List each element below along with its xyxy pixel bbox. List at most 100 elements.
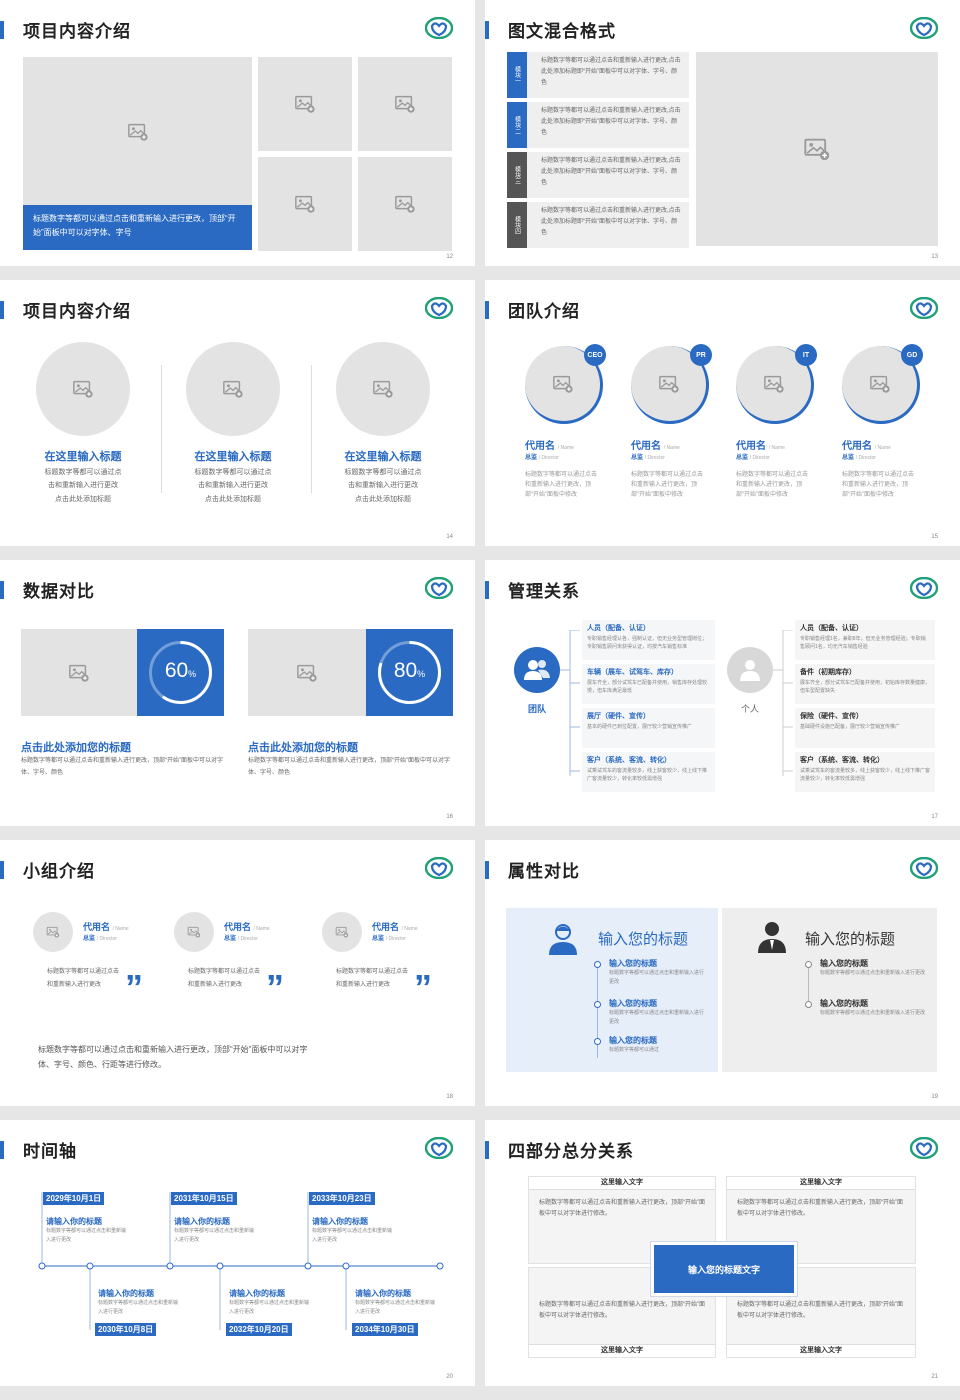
image-icon — [394, 93, 416, 115]
quadrant-label: 这里输入文字 — [727, 1344, 915, 1357]
event-heading: 请输入你的标题 — [229, 1289, 285, 1298]
relation-item: 车辆（展车、试驾车、库存） 展车齐全，部分试驾车已配备并使用，销售库存处理较慢，… — [582, 664, 715, 704]
image-placeholder[interactable] — [358, 57, 452, 151]
event-date: 2034年10月30日 — [352, 1323, 418, 1336]
member-photo[interactable]: IT — [736, 344, 817, 424]
event-date: 2033年10月23日 — [309, 1192, 375, 1205]
logo-icon — [425, 297, 453, 319]
module-text: 标题数字等都可以通过点击和重新输入进行更改,点击此处添加标题即“开始”面板中可以… — [541, 158, 681, 186]
member-photo[interactable]: PR — [631, 344, 712, 424]
image-placeholder[interactable] — [21, 629, 137, 716]
page-number: 20 — [446, 1374, 453, 1380]
attribute-item: 输入您的标题 标题数字等都可以通过点击和重新输入进行更改 — [805, 998, 925, 1018]
team-node — [514, 647, 560, 693]
logo-icon — [910, 1137, 938, 1159]
image-icon — [372, 378, 394, 400]
relation-heading: 车辆（展车、试驾车、库存） — [587, 669, 678, 676]
attribute-item: 输入您的标题 标题数字等都可以通过点击和重新输入进行更改 — [805, 958, 925, 978]
slide-17: 管理关系 团队 人员（配备、认证） 专职销售经理认各，强制认证，但无业务型管理岗… — [485, 560, 960, 826]
image-placeholder[interactable] — [23, 57, 252, 207]
member-role-line: 总监 / Director — [631, 452, 721, 461]
image-icon — [72, 378, 94, 400]
quote-mark: ” — [125, 967, 143, 1008]
logo-icon — [425, 577, 453, 599]
panel-heading: 输入您的标题 — [598, 931, 689, 948]
image-placeholder[interactable] — [186, 342, 280, 436]
feature-heading: 在这里输入标题 — [44, 451, 122, 463]
relation-text: 基本的硬件已到位配置，展厅较少营销宣传推广 — [587, 724, 693, 730]
image-icon — [803, 135, 831, 163]
center-title-box: 输入您的标题文字 — [651, 1242, 797, 1296]
event-date: 2029年10月1日 — [43, 1192, 105, 1205]
module-row: 模块二 标题数字等都可以通过点击和重新输入进行更改,点击此处添加标题即“开始”面… — [507, 102, 689, 148]
image-placeholder[interactable] — [258, 157, 352, 251]
logo-icon — [425, 857, 453, 879]
member-name: 代用名 — [842, 441, 872, 452]
person-label: 个人 — [740, 704, 759, 714]
member-role: 总监 — [525, 455, 538, 461]
member-role-line: 总监 / Director — [83, 933, 117, 942]
male-user-icon — [758, 922, 786, 953]
relation-item: 备件（初期库存） 展车齐全，部分试驾车已配备并使用，初始库存数量健康，但车型配置… — [795, 664, 935, 704]
item-dot — [805, 1001, 812, 1008]
member-card: GD 代用名 / Name 总监 / Director 标题数字等都可以通过点击… — [842, 344, 932, 500]
title-accent-bar — [0, 581, 4, 599]
percent-number: 80 — [393, 659, 418, 682]
percent-panel: 60% — [137, 629, 224, 716]
quadrant-label: 这里输入文字 — [727, 1177, 915, 1190]
member-photo[interactable] — [174, 912, 214, 952]
person-node — [727, 647, 773, 693]
member-name-en: / Name — [557, 445, 574, 451]
title-accent-bar — [485, 21, 489, 39]
caption-box: 标题数字等都可以通过点击和重新输入进行更改，顶部“开始”面板中可以对字体、字号 — [23, 205, 252, 250]
member-photo[interactable] — [33, 912, 73, 952]
team-items: 人员（配备、认证） 专职销售经理认各，强制认证，但无业务型管理岗位；专职销售顾问… — [582, 620, 715, 792]
event-heading: 请输入你的标题 — [355, 1289, 411, 1298]
member-name-line: 代用名 / Name — [224, 920, 270, 933]
event-date: 2030年10月8日 — [95, 1323, 157, 1336]
image-placeholder[interactable] — [248, 629, 366, 716]
feature-text: 击和重新输入进行更改 — [198, 482, 268, 489]
member-role: 总监 — [83, 936, 96, 942]
member-role-en: / Director — [237, 936, 258, 942]
item-heading: 输入您的标题 — [820, 959, 868, 968]
member-photo[interactable] — [322, 912, 362, 952]
member-name-en: / Name — [663, 445, 680, 451]
item-heading: 输入您的标题 — [609, 1036, 657, 1045]
member-role-line: 总监 / Director — [842, 452, 932, 461]
image-placeholder[interactable] — [336, 342, 430, 436]
image-placeholder[interactable] — [258, 57, 352, 151]
feature-text: 点击此处添加标题 — [55, 496, 111, 503]
card-desc: 标题数字等都可以通过点击和重新输入进行更改，顶部“开始”面板中可以对字体、字号、… — [21, 758, 223, 776]
image-placeholder[interactable] — [696, 52, 938, 246]
image-placeholder[interactable] — [358, 157, 452, 251]
slide-19: 属性对比 输入您的标题 输入您的标题 标题数字等都可以通过点击和重新输入进行更改… — [485, 840, 960, 1106]
member-name-line: 代用名 / Name — [83, 920, 129, 933]
relation-heading: 人员（配备、认证） — [587, 625, 650, 632]
member-name-en: / Name — [112, 926, 129, 932]
page-number: 21 — [931, 1374, 938, 1380]
slide-15: 团队介绍 CEO 代用名 / Name 总监 / Director 标题数字等都… — [485, 280, 960, 546]
event-text: 标题数字等都可以通过点击和重新输入进行更改 — [229, 1300, 310, 1315]
quote-mark: ” — [414, 967, 432, 1008]
percent-number: 60 — [164, 659, 189, 682]
percent-value: 80% — [366, 659, 453, 683]
event-heading: 请输入你的标题 — [46, 1217, 102, 1226]
slide-title: 项目内容介绍 — [23, 22, 131, 41]
event-heading: 请输入你的标题 — [312, 1217, 368, 1226]
member-card: IT 代用名 / Name 总监 / Director 标题数字等都可以通过点击… — [736, 344, 826, 500]
percent-value: 60% — [137, 659, 224, 683]
item-dot — [594, 1038, 601, 1045]
member-photo[interactable]: GD — [842, 344, 923, 424]
image-placeholder[interactable] — [36, 342, 130, 436]
logo-icon — [425, 1137, 453, 1159]
module-tag: 模块二 — [507, 102, 527, 148]
title-accent-bar — [0, 861, 4, 879]
feature-column: 在这里输入标题 标题数字等都可以通过点 击和重新输入进行更改 点击此处添加标题 — [13, 342, 153, 507]
relation-heading: 客户（系统、客流、转化） — [587, 757, 671, 764]
member-photo[interactable]: CEO — [525, 344, 606, 424]
image-icon — [296, 662, 318, 684]
logo-icon — [910, 17, 938, 39]
feature-text: 点击此处添加标题 — [355, 496, 411, 503]
logo-icon — [910, 297, 938, 319]
